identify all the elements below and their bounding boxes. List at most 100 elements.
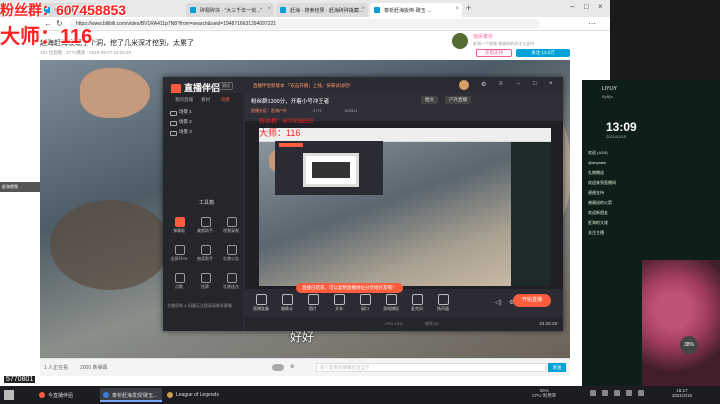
- app-notice[interactable]: 直播伴侣新版本 「双击开播」上线，快来试试吧！: [253, 83, 353, 89]
- game-capture-button[interactable]: 游戏捕捉: [379, 293, 403, 315]
- tool-record[interactable]: 视频录制: [219, 215, 243, 237]
- status-bar: CPU:10% 帧率:30 04:25:29: [245, 317, 563, 331]
- camera-button[interactable]: 摄像头: [275, 293, 299, 315]
- nested-logo: [279, 143, 303, 147]
- bilibili-icon: [280, 7, 286, 13]
- new-tab-icon[interactable]: +: [466, 3, 471, 13]
- shield-icon[interactable]: [626, 390, 632, 396]
- image-button[interactable]: 图片: [301, 293, 325, 315]
- tab-material[interactable]: 素材: [201, 97, 210, 103]
- charge-button[interactable]: 充电支持: [476, 49, 512, 57]
- fps-status: 帧率:30: [425, 321, 439, 326]
- streamer-sub: ByBjlx: [602, 94, 614, 99]
- nested-app-capture: [275, 141, 383, 195]
- room-viewers: 2771: [313, 108, 322, 113]
- room-title[interactable]: 粉丝群1300分，开着小号冲王者: [251, 97, 329, 105]
- close-icon[interactable]: ×: [361, 6, 365, 12]
- close-icon[interactable]: ×: [455, 6, 459, 12]
- related-video-badge[interactable]: 赶海视频: [0, 182, 40, 192]
- taskbar-item[interactable]: League of Legends: [164, 388, 226, 402]
- online-count: 1 人正在看: [44, 365, 69, 371]
- chat-line: 欢迎 (4/19): [588, 150, 608, 155]
- chat-line: 谢谢支持: [588, 190, 604, 195]
- maximize-icon[interactable]: □: [533, 81, 537, 87]
- side-number: 5770801: [4, 376, 36, 383]
- clock-display: 13:09: [606, 120, 637, 134]
- danmaku-send-button[interactable]: 发送: [548, 363, 566, 372]
- master-overlay: 大师：116: [0, 26, 93, 48]
- speaker-button[interactable]: 扬声器: [431, 293, 455, 315]
- tab-my-live[interactable]: 我的直播: [175, 97, 193, 103]
- window-button[interactable]: 窗口: [353, 293, 377, 315]
- tool-beauty[interactable]: 美颜助手: [193, 215, 217, 237]
- app-sidebar: 我的直播 素材 场景 场景 1 场景 2 场景 3 工具箱 弹幕姬 美颜助手 视…: [163, 93, 243, 331]
- volume-icon[interactable]: ◁): [495, 299, 502, 306]
- taskbar-clock[interactable]: 15:17 2021/2/15: [672, 388, 692, 398]
- page-margin: [0, 30, 40, 386]
- uploader-desc: 赶海一个视频 感谢你的关注与支持: [473, 41, 535, 46]
- browser-tab[interactable]: 赶海 · 搜索结果 · 赶海砖碎撬藏... ×: [276, 3, 368, 17]
- scene-item[interactable]: 场景 3: [169, 129, 237, 137]
- danmaku-settings-icon[interactable]: ⚙: [290, 364, 294, 370]
- close-icon[interactable]: ×: [267, 6, 271, 12]
- scene-item[interactable]: 场景 1: [169, 109, 237, 117]
- network-icon[interactable]: [590, 390, 596, 396]
- close-window-icon[interactable]: ×: [598, 2, 603, 11]
- fans-group-overlay: 粉丝群：607458853: [0, 2, 127, 18]
- tab-scene[interactable]: 场景: [221, 97, 230, 103]
- tool-gift-combo[interactable]: 礼物连击: [219, 271, 243, 293]
- maximize-icon[interactable]: □: [584, 2, 589, 11]
- nested-fans-overlay: 粉丝群：607458853: [259, 119, 314, 125]
- room-area: 直播分区：赶海户外: [251, 108, 287, 113]
- avatar[interactable]: [459, 80, 469, 90]
- danmaku-input[interactable]: 发个友善的弹幕见证当下: [316, 363, 546, 372]
- live-timer: 04:25:29: [539, 321, 557, 326]
- scene-item[interactable]: 场景 2: [169, 119, 237, 127]
- tool-lottery[interactable]: 抽奖助手: [193, 243, 217, 265]
- go-live-button[interactable]: 开始直播: [513, 294, 551, 307]
- room-category[interactable]: 户外直播: [445, 96, 471, 104]
- taskbar: 今直播伴侣 泰祈赶海发现'碳玉... League of Legends 26%…: [0, 386, 720, 404]
- live-app-icon: [39, 392, 45, 398]
- url-input[interactable]: https://www.bilibili.com/video/BV1RA411p…: [70, 19, 540, 29]
- input-method-icon[interactable]: [614, 390, 620, 396]
- video-frame-detail: [80, 68, 150, 118]
- sidebar-hint[interactable]: 主播须知 & 如遇无法登录请联系客服: [167, 303, 243, 309]
- chevron-up-icon[interactable]: [638, 390, 644, 396]
- tool-vote[interactable]: 投票: [193, 271, 217, 293]
- tool-song[interactable]: 点歌: [167, 271, 191, 293]
- uploader-name[interactable]: 渔民泰祈: [473, 33, 493, 40]
- text-button[interactable]: 文本: [327, 293, 351, 315]
- chat-line: 礼物赠送: [588, 170, 604, 175]
- volume-icon[interactable]: [602, 390, 608, 396]
- room-chip[interactable]: 图文: [421, 96, 438, 104]
- chat-line: @ahyates: [588, 160, 607, 165]
- video-frame-detail: [50, 200, 170, 290]
- browser-tab[interactable]: 碎裂砖块 · "大三千年一剑..." ×: [186, 3, 274, 17]
- minimize-icon[interactable]: –: [570, 2, 574, 11]
- taskbar-item[interactable]: 今直播伴侣: [36, 388, 96, 402]
- start-icon[interactable]: [4, 390, 14, 400]
- avatar[interactable]: [452, 33, 468, 49]
- room-id: 529111: [345, 108, 358, 113]
- gear-icon[interactable]: ⚙: [481, 81, 486, 88]
- menu-icon[interactable]: ≡: [499, 81, 503, 87]
- browser-tab-active[interactable]: 泰祈赶海扳倒·碳玉·... ×: [370, 3, 462, 17]
- tool-danmaku[interactable]: 弹幕姬: [167, 215, 191, 237]
- nested-side-panel: [511, 142, 551, 286]
- follow-button[interactable]: 关注 13.2万: [516, 49, 570, 57]
- chat-line: 欢迎新朋友: [588, 210, 608, 215]
- chat-line: 关注主播: [588, 230, 604, 235]
- date-display: 2021/02/15: [606, 134, 627, 139]
- close-icon[interactable]: ×: [549, 81, 553, 87]
- chat-line: 欢迎来到直播间: [588, 180, 616, 185]
- tool-pk[interactable]: 全屏开PK: [167, 243, 191, 265]
- microphone-button[interactable]: 麦克风: [405, 293, 429, 315]
- tool-gift-notice[interactable]: 礼物公告: [219, 243, 243, 265]
- danmaku-toggle[interactable]: [272, 364, 284, 371]
- menu-icon[interactable]: ⋯: [588, 19, 596, 28]
- cpu-meter[interactable]: 26% CPU 利用率: [532, 388, 556, 399]
- prepare-button[interactable]: 直播准备: [249, 293, 273, 315]
- taskbar-item-active[interactable]: 泰祈赶海发现'碳玉...: [100, 388, 162, 402]
- minimize-icon[interactable]: –: [517, 81, 520, 87]
